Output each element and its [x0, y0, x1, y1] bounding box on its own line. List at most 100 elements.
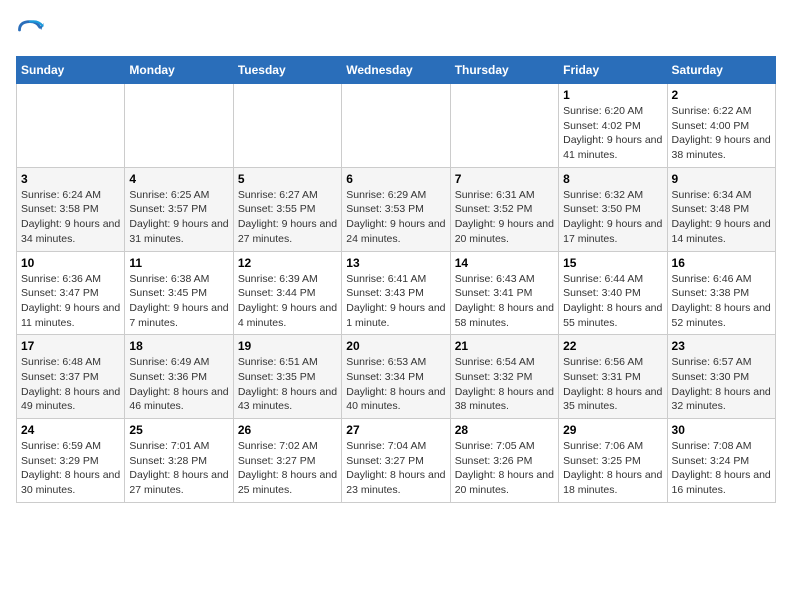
- day-info: Sunrise: 6:38 AM Sunset: 3:45 PM Dayligh…: [129, 272, 228, 331]
- day-info: Sunrise: 6:49 AM Sunset: 3:36 PM Dayligh…: [129, 355, 228, 414]
- day-info: Sunrise: 6:44 AM Sunset: 3:40 PM Dayligh…: [563, 272, 662, 331]
- week-row: 17 Sunrise: 6:48 AM Sunset: 3:37 PM Dayli…: [17, 335, 776, 419]
- day-number: 22: [563, 339, 662, 353]
- day-info: Sunrise: 6:43 AM Sunset: 3:41 PM Dayligh…: [455, 272, 554, 331]
- day-number: 6: [346, 172, 445, 186]
- day-number: 29: [563, 423, 662, 437]
- day-number: 28: [455, 423, 554, 437]
- calendar-cell: 11 Sunrise: 6:38 AM Sunset: 3:45 PM Dayli…: [125, 251, 233, 335]
- column-header-friday: Friday: [559, 57, 667, 84]
- day-info: Sunrise: 6:51 AM Sunset: 3:35 PM Dayligh…: [238, 355, 337, 414]
- calendar-cell: [450, 84, 558, 168]
- calendar-cell: 14 Sunrise: 6:43 AM Sunset: 3:41 PM Dayli…: [450, 251, 558, 335]
- calendar-cell: 10 Sunrise: 6:36 AM Sunset: 3:47 PM Dayli…: [17, 251, 125, 335]
- calendar-cell: 30 Sunrise: 7:08 AM Sunset: 3:24 PM Dayli…: [667, 419, 775, 503]
- week-row: 3 Sunrise: 6:24 AM Sunset: 3:58 PM Daylig…: [17, 167, 776, 251]
- page-header: [16, 16, 776, 44]
- calendar-cell: 13 Sunrise: 6:41 AM Sunset: 3:43 PM Dayli…: [342, 251, 450, 335]
- day-number: 8: [563, 172, 662, 186]
- day-info: Sunrise: 6:48 AM Sunset: 3:37 PM Dayligh…: [21, 355, 120, 414]
- calendar-cell: 9Sunrise: 6:34 AM Sunset: 3:48 PM Daylig…: [667, 167, 775, 251]
- column-header-wednesday: Wednesday: [342, 57, 450, 84]
- calendar-cell: 23Sunrise: 6:57 AM Sunset: 3:30 PM Dayli…: [667, 335, 775, 419]
- day-number: 19: [238, 339, 337, 353]
- day-number: 20: [346, 339, 445, 353]
- day-number: 4: [129, 172, 228, 186]
- calendar-cell: 28 Sunrise: 7:05 AM Sunset: 3:26 PM Dayli…: [450, 419, 558, 503]
- day-number: 3: [21, 172, 120, 186]
- calendar-cell: [342, 84, 450, 168]
- day-number: 10: [21, 256, 120, 270]
- calendar-cell: 4 Sunrise: 6:25 AM Sunset: 3:57 PM Daylig…: [125, 167, 233, 251]
- day-info: Sunrise: 7:01 AM Sunset: 3:28 PM Dayligh…: [129, 439, 228, 498]
- calendar-cell: [233, 84, 341, 168]
- calendar-cell: [17, 84, 125, 168]
- day-info: Sunrise: 6:34 AM Sunset: 3:48 PM Dayligh…: [672, 188, 771, 247]
- calendar-cell: 17 Sunrise: 6:48 AM Sunset: 3:37 PM Dayli…: [17, 335, 125, 419]
- day-number: 26: [238, 423, 337, 437]
- calendar-cell: 21 Sunrise: 6:54 AM Sunset: 3:32 PM Dayli…: [450, 335, 558, 419]
- day-info: Sunrise: 6:27 AM Sunset: 3:55 PM Dayligh…: [238, 188, 337, 247]
- day-info: Sunrise: 7:05 AM Sunset: 3:26 PM Dayligh…: [455, 439, 554, 498]
- day-number: 27: [346, 423, 445, 437]
- calendar-cell: 5 Sunrise: 6:27 AM Sunset: 3:55 PM Daylig…: [233, 167, 341, 251]
- day-info: Sunrise: 6:56 AM Sunset: 3:31 PM Dayligh…: [563, 355, 662, 414]
- calendar-cell: 25 Sunrise: 7:01 AM Sunset: 3:28 PM Dayli…: [125, 419, 233, 503]
- calendar-cell: 20 Sunrise: 6:53 AM Sunset: 3:34 PM Dayli…: [342, 335, 450, 419]
- day-number: 17: [21, 339, 120, 353]
- week-row: 24 Sunrise: 6:59 AM Sunset: 3:29 PM Dayli…: [17, 419, 776, 503]
- calendar-cell: 16 Sunrise: 6:46 AM Sunset: 3:38 PM Dayli…: [667, 251, 775, 335]
- calendar-cell: 8 Sunrise: 6:32 AM Sunset: 3:50 PM Daylig…: [559, 167, 667, 251]
- day-number: 2: [672, 88, 771, 102]
- day-info: Sunrise: 6:46 AM Sunset: 3:38 PM Dayligh…: [672, 272, 771, 331]
- calendar-cell: 24 Sunrise: 6:59 AM Sunset: 3:29 PM Dayli…: [17, 419, 125, 503]
- column-header-saturday: Saturday: [667, 57, 775, 84]
- day-number: 16: [672, 256, 771, 270]
- day-number: 30: [672, 423, 771, 437]
- calendar-cell: 19 Sunrise: 6:51 AM Sunset: 3:35 PM Dayli…: [233, 335, 341, 419]
- column-header-sunday: Sunday: [17, 57, 125, 84]
- day-number: 21: [455, 339, 554, 353]
- column-header-monday: Monday: [125, 57, 233, 84]
- calendar-cell: 6 Sunrise: 6:29 AM Sunset: 3:53 PM Daylig…: [342, 167, 450, 251]
- day-number: 12: [238, 256, 337, 270]
- day-info: Sunrise: 6:59 AM Sunset: 3:29 PM Dayligh…: [21, 439, 120, 498]
- day-info: Sunrise: 6:25 AM Sunset: 3:57 PM Dayligh…: [129, 188, 228, 247]
- calendar-cell: 18 Sunrise: 6:49 AM Sunset: 3:36 PM Dayli…: [125, 335, 233, 419]
- day-number: 15: [563, 256, 662, 270]
- calendar-cell: 1 Sunrise: 6:20 AM Sunset: 4:02 PM Daylig…: [559, 84, 667, 168]
- logo: [16, 16, 48, 44]
- day-number: 5: [238, 172, 337, 186]
- day-info: Sunrise: 7:04 AM Sunset: 3:27 PM Dayligh…: [346, 439, 445, 498]
- day-info: Sunrise: 6:20 AM Sunset: 4:02 PM Dayligh…: [563, 104, 662, 163]
- calendar-cell: 27 Sunrise: 7:04 AM Sunset: 3:27 PM Dayli…: [342, 419, 450, 503]
- calendar-cell: 26Sunrise: 7:02 AM Sunset: 3:27 PM Dayli…: [233, 419, 341, 503]
- day-number: 14: [455, 256, 554, 270]
- day-info: Sunrise: 6:24 AM Sunset: 3:58 PM Dayligh…: [21, 188, 120, 247]
- day-info: Sunrise: 6:41 AM Sunset: 3:43 PM Dayligh…: [346, 272, 445, 331]
- day-info: Sunrise: 6:32 AM Sunset: 3:50 PM Dayligh…: [563, 188, 662, 247]
- calendar-cell: 29 Sunrise: 7:06 AM Sunset: 3:25 PM Dayli…: [559, 419, 667, 503]
- week-row: 1 Sunrise: 6:20 AM Sunset: 4:02 PM Daylig…: [17, 84, 776, 168]
- day-info: Sunrise: 7:06 AM Sunset: 3:25 PM Dayligh…: [563, 439, 662, 498]
- column-header-tuesday: Tuesday: [233, 57, 341, 84]
- day-info: Sunrise: 6:31 AM Sunset: 3:52 PM Dayligh…: [455, 188, 554, 247]
- day-number: 13: [346, 256, 445, 270]
- day-info: Sunrise: 7:08 AM Sunset: 3:24 PM Dayligh…: [672, 439, 771, 498]
- day-number: 18: [129, 339, 228, 353]
- day-info: Sunrise: 6:22 AM Sunset: 4:00 PM Dayligh…: [672, 104, 771, 163]
- day-number: 25: [129, 423, 228, 437]
- day-info: Sunrise: 6:54 AM Sunset: 3:32 PM Dayligh…: [455, 355, 554, 414]
- day-number: 1: [563, 88, 662, 102]
- column-header-thursday: Thursday: [450, 57, 558, 84]
- day-info: Sunrise: 6:29 AM Sunset: 3:53 PM Dayligh…: [346, 188, 445, 247]
- day-info: Sunrise: 6:36 AM Sunset: 3:47 PM Dayligh…: [21, 272, 120, 331]
- calendar-cell: [125, 84, 233, 168]
- calendar-cell: 15 Sunrise: 6:44 AM Sunset: 3:40 PM Dayli…: [559, 251, 667, 335]
- calendar: SundayMondayTuesdayWednesdayThursdayFrid…: [16, 56, 776, 503]
- day-info: Sunrise: 6:53 AM Sunset: 3:34 PM Dayligh…: [346, 355, 445, 414]
- day-number: 24: [21, 423, 120, 437]
- day-info: Sunrise: 6:39 AM Sunset: 3:44 PM Dayligh…: [238, 272, 337, 331]
- day-info: Sunrise: 6:57 AM Sunset: 3:30 PM Dayligh…: [672, 355, 771, 414]
- day-number: 11: [129, 256, 228, 270]
